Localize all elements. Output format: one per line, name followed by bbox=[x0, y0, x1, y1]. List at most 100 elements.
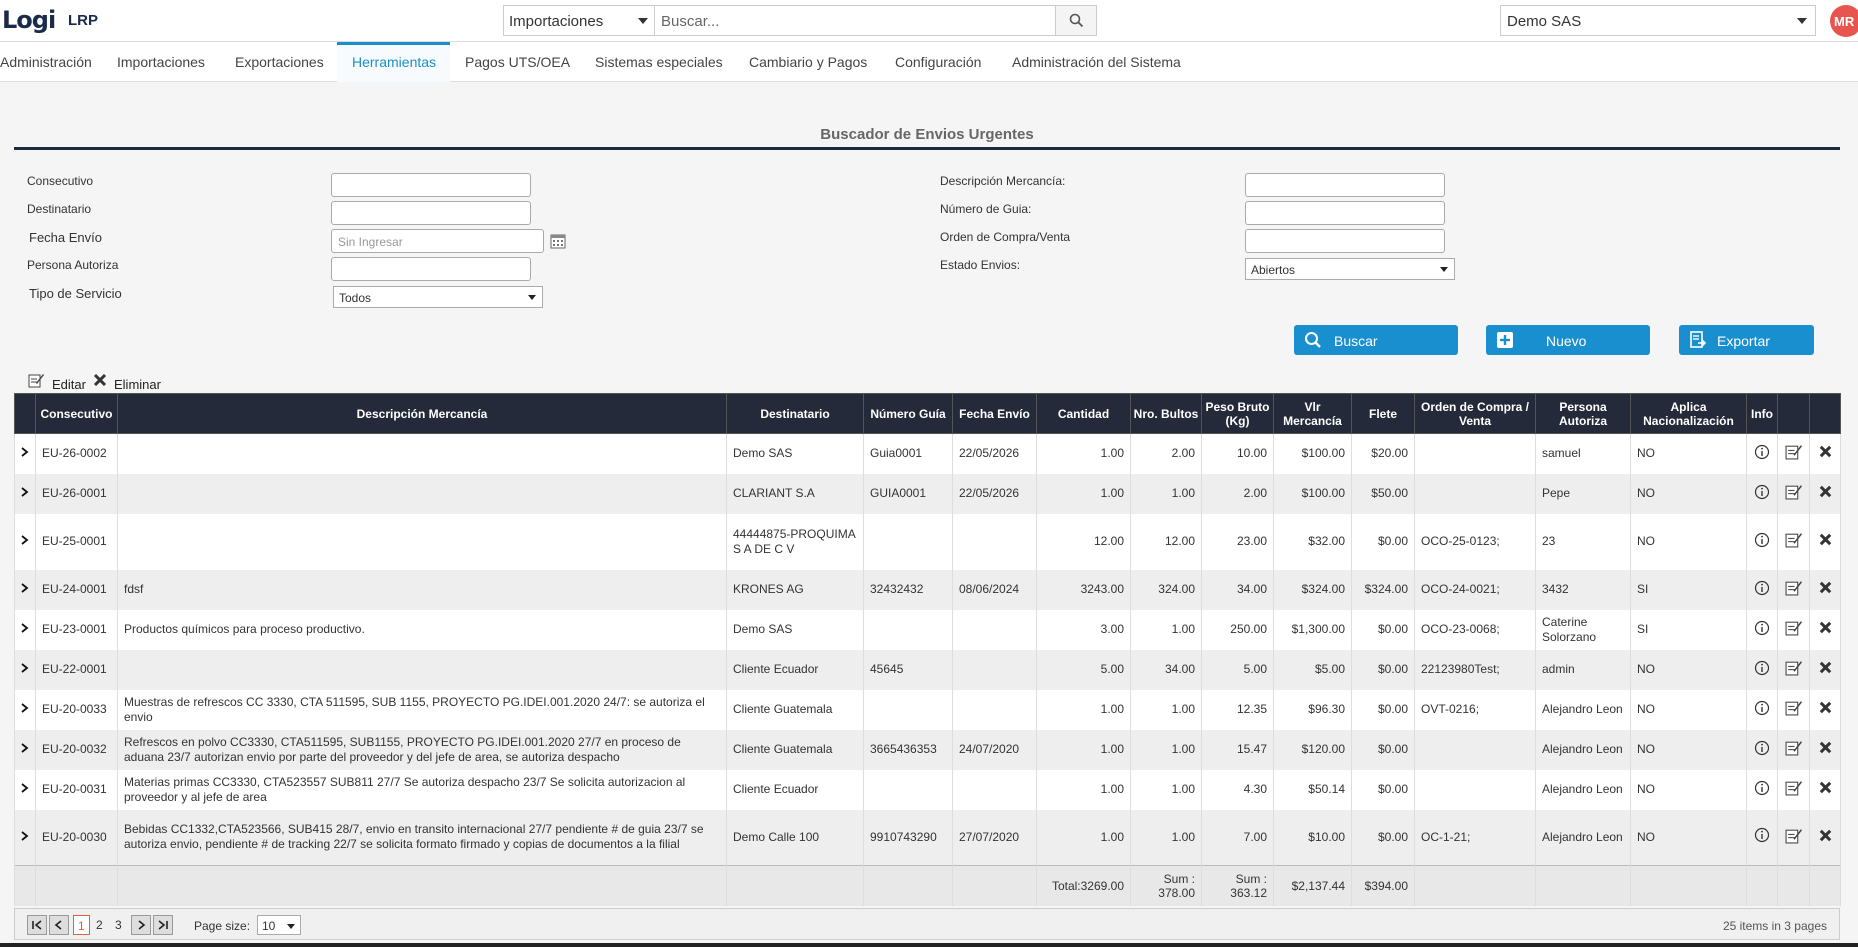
col-vlr-mercancia[interactable]: Vlr Mercancía bbox=[1273, 393, 1352, 434]
avatar[interactable]: MR bbox=[1830, 5, 1858, 37]
table-row[interactable]: EU-20-0033 Muestras de refrescos CC 3330,… bbox=[14, 689, 1841, 730]
nav-item-pagos-uts[interactable]: Pagos UTS/OEA bbox=[465, 42, 570, 82]
delete-row-button[interactable] bbox=[1809, 473, 1841, 514]
edit-row-button[interactable] bbox=[1777, 809, 1810, 866]
nav-item-cambiario[interactable]: Cambiario y Pagos bbox=[749, 42, 867, 82]
persona-autoriza-field[interactable] bbox=[331, 257, 531, 281]
calendar-icon[interactable] bbox=[550, 234, 566, 249]
page-1[interactable]: 1 bbox=[73, 915, 90, 935]
info-button[interactable] bbox=[1746, 569, 1778, 610]
expand-row-button[interactable] bbox=[14, 809, 36, 866]
search-button[interactable] bbox=[1055, 5, 1097, 36]
edit-row-button[interactable] bbox=[1777, 689, 1810, 730]
table-row[interactable]: EU-26-0001 CLARIANT S.A GUIA0001 22/05/2026… bbox=[14, 473, 1841, 514]
info-button[interactable] bbox=[1746, 473, 1778, 514]
logo[interactable]: Logi bbox=[2, 6, 56, 34]
prev-page-button[interactable] bbox=[49, 915, 69, 935]
consecutivo-field[interactable] bbox=[331, 173, 531, 197]
buscar-button[interactable]: Buscar bbox=[1294, 325, 1458, 355]
nav-item-administracion[interactable]: Administración bbox=[0, 42, 92, 82]
col-descripcion[interactable]: Descripción Mercancía bbox=[117, 393, 727, 434]
delete-row-button[interactable] bbox=[1809, 649, 1841, 690]
table-row[interactable]: EU-22-0001 Cliente Ecuador 45645 5.00 34.00 5… bbox=[14, 649, 1841, 690]
col-destinatario[interactable]: Destinatario bbox=[726, 393, 864, 434]
nav-item-sistemas-especiales[interactable]: Sistemas especiales bbox=[595, 42, 723, 82]
col-consecutivo[interactable]: Consecutivo bbox=[35, 393, 118, 434]
table-row[interactable]: EU-20-0031 Materias primas CC3330, CTA523… bbox=[14, 769, 1841, 810]
expand-row-button[interactable] bbox=[14, 649, 36, 690]
nuevo-button[interactable]: Nuevo bbox=[1486, 325, 1650, 355]
delete-row-button[interactable] bbox=[1809, 809, 1841, 866]
delete-row-button[interactable] bbox=[1809, 689, 1841, 730]
delete-row-button[interactable] bbox=[1809, 769, 1841, 810]
info-button[interactable] bbox=[1746, 769, 1778, 810]
page-2[interactable]: 2 bbox=[92, 915, 107, 935]
expand-row-button[interactable] bbox=[14, 569, 36, 610]
fecha-envio-field[interactable]: Sin Ingresar bbox=[331, 229, 544, 253]
col-peso-bruto[interactable]: Peso Bruto (Kg) bbox=[1201, 393, 1274, 434]
expand-row-button[interactable] bbox=[14, 769, 36, 810]
nav-item-importaciones[interactable]: Importaciones bbox=[117, 42, 205, 82]
info-button[interactable] bbox=[1746, 809, 1778, 866]
table-row[interactable]: EU-23-0001 Productos químicos para proces… bbox=[14, 609, 1841, 650]
expand-row-button[interactable] bbox=[14, 473, 36, 514]
delete-row-button[interactable] bbox=[1809, 609, 1841, 650]
col-aplica-nacionalizacion[interactable]: Aplica Nacionalización bbox=[1630, 393, 1747, 434]
next-page-button[interactable] bbox=[131, 915, 151, 935]
delete-row-button[interactable] bbox=[1809, 729, 1841, 770]
estado-envios-select[interactable]: Abiertos bbox=[1245, 258, 1455, 280]
orden-compra-field[interactable] bbox=[1245, 229, 1445, 253]
eliminar-button[interactable]: Eliminar bbox=[114, 377, 161, 392]
edit-row-button[interactable] bbox=[1777, 473, 1810, 514]
destinatario-field[interactable] bbox=[331, 201, 531, 225]
info-button[interactable] bbox=[1746, 649, 1778, 690]
module-select[interactable]: Importaciones bbox=[503, 5, 655, 36]
col-flete[interactable]: Flete bbox=[1351, 393, 1415, 434]
table-row[interactable]: EU-25-0001 44444875-PROQUIMA S A DE C V 12… bbox=[14, 513, 1841, 570]
last-page-button[interactable] bbox=[153, 915, 173, 935]
col-nro-bultos[interactable]: Nro. Bultos bbox=[1130, 393, 1202, 434]
col-persona-autoriza[interactable]: Persona Autoriza bbox=[1535, 393, 1631, 434]
edit-row-button[interactable] bbox=[1777, 569, 1810, 610]
col-fecha-envio[interactable]: Fecha Envío bbox=[952, 393, 1037, 434]
descripcion-field[interactable] bbox=[1245, 173, 1445, 197]
info-button[interactable] bbox=[1746, 609, 1778, 650]
col-numero-guia[interactable]: Número Guía bbox=[863, 393, 953, 434]
table-row[interactable]: EU-20-0032 Refrescos en polvo CC3330, CTA… bbox=[14, 729, 1841, 770]
nav-item-exportaciones[interactable]: Exportaciones bbox=[235, 42, 324, 82]
edit-icon[interactable] bbox=[28, 372, 44, 388]
edit-row-button[interactable] bbox=[1777, 729, 1810, 770]
edit-row-button[interactable] bbox=[1777, 649, 1810, 690]
editar-button[interactable]: Editar bbox=[52, 377, 86, 392]
table-row[interactable]: EU-26-0002 Demo SAS Guia0001 22/05/2026 1.00… bbox=[14, 433, 1841, 474]
table-row[interactable]: EU-24-0001 fdsf KRONES AG 32432432 08/06/202… bbox=[14, 569, 1841, 610]
nav-item-configuracion[interactable]: Configuración bbox=[895, 42, 981, 82]
edit-row-button[interactable] bbox=[1777, 513, 1810, 570]
info-button[interactable] bbox=[1746, 513, 1778, 570]
edit-row-button[interactable] bbox=[1777, 769, 1810, 810]
edit-row-button[interactable] bbox=[1777, 609, 1810, 650]
col-orden-compra[interactable]: Orden de Compra / Venta bbox=[1414, 393, 1536, 434]
delete-row-button[interactable] bbox=[1809, 513, 1841, 570]
expand-row-button[interactable] bbox=[14, 433, 36, 474]
delete-row-button[interactable] bbox=[1809, 433, 1841, 474]
expand-row-button[interactable] bbox=[14, 513, 36, 570]
delete-row-button[interactable] bbox=[1809, 569, 1841, 610]
tipo-servicio-select[interactable]: Todos bbox=[333, 286, 543, 308]
nav-item-admin-sistema[interactable]: Administración del Sistema bbox=[1012, 42, 1181, 82]
first-page-button[interactable] bbox=[27, 915, 47, 935]
page-size-select[interactable]: 10 bbox=[257, 915, 301, 935]
edit-row-button[interactable] bbox=[1777, 433, 1810, 474]
page-3[interactable]: 3 bbox=[111, 915, 126, 935]
expand-row-button[interactable] bbox=[14, 609, 36, 650]
info-button[interactable] bbox=[1746, 689, 1778, 730]
delete-icon[interactable] bbox=[92, 372, 108, 388]
expand-row-button[interactable] bbox=[14, 689, 36, 730]
expand-row-button[interactable] bbox=[14, 729, 36, 770]
exportar-button[interactable]: Exportar bbox=[1679, 325, 1814, 355]
nav-item-herramientas[interactable]: Herramientas bbox=[337, 42, 450, 82]
company-select[interactable]: Demo SAS bbox=[1500, 5, 1816, 36]
table-row[interactable]: EU-20-0030 Bebidas CC1332,CTA523566, SUB4… bbox=[14, 809, 1841, 866]
col-cantidad[interactable]: Cantidad bbox=[1036, 393, 1131, 434]
search-input[interactable]: Buscar... bbox=[655, 5, 1056, 36]
